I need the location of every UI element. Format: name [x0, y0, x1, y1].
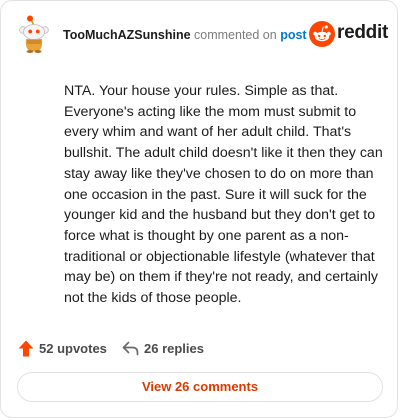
reddit-wordmark: reddit: [337, 22, 388, 43]
comment-meta: TooMuchAZSunshine commented on post: [63, 27, 307, 43]
reddit-logo[interactable]: reddit: [309, 20, 388, 48]
post-link[interactable]: post: [280, 28, 306, 42]
upvote-arrow-icon: [18, 340, 34, 357]
comment-body: NTA. Your house your rules. Simple as th…: [64, 83, 383, 307]
action-text: commented on: [194, 28, 277, 42]
comment-header: TooMuchAZSunshine commented on post redd…: [1, 15, 399, 55]
username-link[interactable]: TooMuchAZSunshine: [63, 28, 191, 42]
comment-actions: 52 upvotes 26 replies: [1, 337, 399, 359]
upvote-count: 52 upvotes: [39, 340, 107, 356]
replies-count: 26 replies: [144, 340, 204, 356]
comment-card: TooMuchAZSunshine commented on post redd…: [0, 0, 398, 418]
snoo-avatar-icon[interactable]: [18, 15, 52, 53]
reply-arrow-icon: [122, 341, 139, 356]
view-comments-button[interactable]: View 26 comments: [17, 372, 383, 402]
reddit-logo-icon: [309, 21, 335, 47]
replies-button[interactable]: 26 replies: [122, 337, 204, 359]
upvote-button[interactable]: 52 upvotes: [18, 337, 107, 359]
